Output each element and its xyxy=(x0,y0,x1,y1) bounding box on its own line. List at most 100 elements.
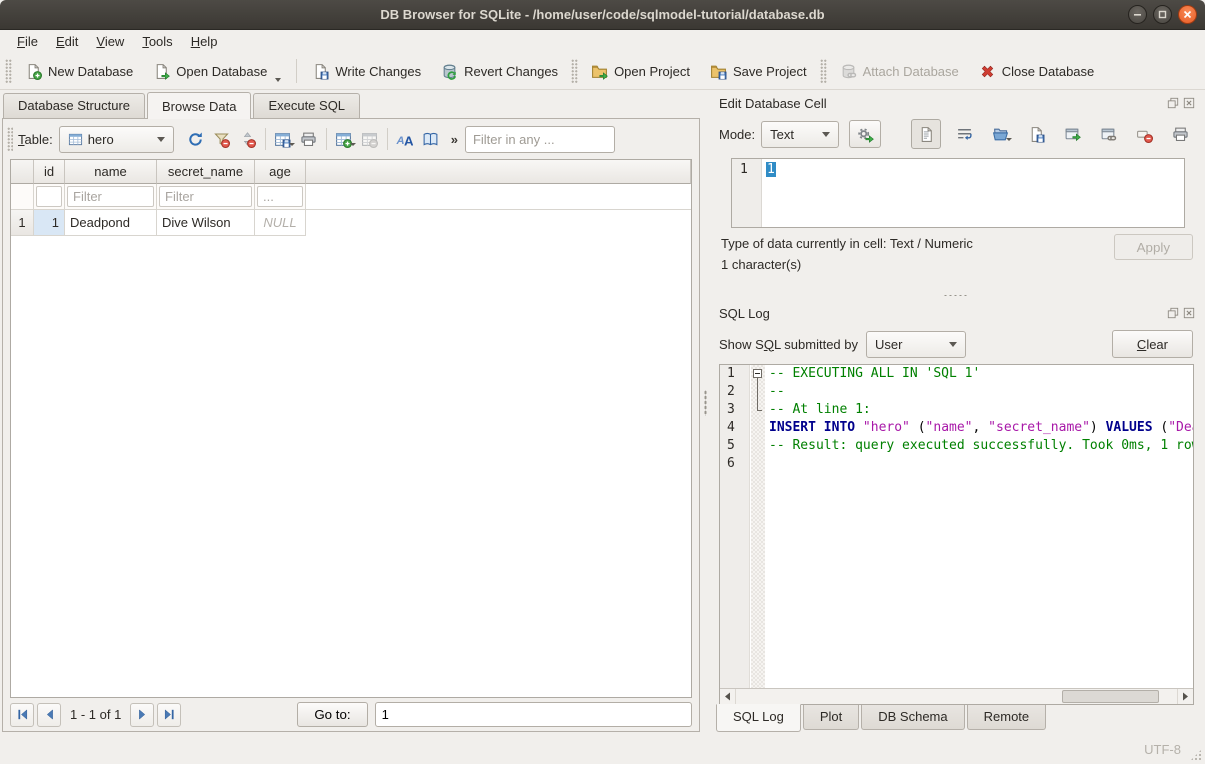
menu-file[interactable]: File xyxy=(8,32,47,51)
float-panel-icon[interactable] xyxy=(1167,97,1179,109)
close-panel-icon[interactable] xyxy=(1183,307,1195,319)
set-null-button[interactable] xyxy=(1131,121,1157,147)
close-panel-icon[interactable] xyxy=(1183,97,1195,109)
sql-source-select[interactable]: User xyxy=(866,331,966,358)
toolbar-drag-handle[interactable] xyxy=(5,59,12,83)
print-button[interactable] xyxy=(296,126,322,152)
column-header-id[interactable]: id xyxy=(34,160,65,184)
filter-input-age[interactable] xyxy=(257,186,303,207)
copy-link-button[interactable] xyxy=(1095,121,1121,147)
cell-id[interactable]: 1 xyxy=(34,210,65,236)
db-open-icon xyxy=(153,63,170,80)
dock-splitter[interactable] xyxy=(709,290,1203,300)
pane-splitter[interactable] xyxy=(702,90,709,735)
close-button[interactable] xyxy=(1178,5,1197,24)
revert-changes-button[interactable]: Revert Changes xyxy=(431,56,568,86)
dock-tab-remote[interactable]: Remote xyxy=(967,705,1047,730)
tab-database-structure[interactable]: Database Structure xyxy=(3,93,145,118)
clear-sorting-button[interactable] xyxy=(235,126,261,152)
filter-input-secret_name[interactable] xyxy=(159,186,252,207)
refresh-button[interactable] xyxy=(183,126,209,152)
line-number: 1 xyxy=(720,365,750,383)
horizontal-scrollbar[interactable] xyxy=(720,688,1193,704)
text-mode-button[interactable] xyxy=(911,119,941,149)
import-data-button[interactable] xyxy=(987,121,1013,147)
export-data-button[interactable] xyxy=(1023,121,1049,147)
encoding-button[interactable] xyxy=(418,126,444,152)
toolbar-button-label: Open Project xyxy=(614,64,690,79)
new-database-button[interactable]: New Database xyxy=(15,56,143,86)
browse-controls-toolbar: Table: hero AA » xyxy=(3,119,699,159)
toolbar-drag-handle[interactable] xyxy=(7,127,13,151)
write-changes-button[interactable]: Write Changes xyxy=(302,56,431,86)
dock-tab-plot[interactable]: Plot xyxy=(803,705,859,730)
clear-log-button[interactable]: Clear xyxy=(1112,330,1193,358)
fold-marker-icon[interactable] xyxy=(750,365,765,383)
open-database-button[interactable]: Open Database xyxy=(143,56,291,86)
open-project-button[interactable]: Open Project xyxy=(581,56,700,86)
sql-log-editor[interactable]: 1-- EXECUTING ALL IN 'SQL 1'2--3-- At li… xyxy=(719,364,1194,705)
apply-button[interactable]: Apply xyxy=(1114,234,1193,260)
column-header-age[interactable]: age xyxy=(255,160,306,184)
scroll-right-arrow[interactable] xyxy=(1177,689,1193,704)
menu-edit[interactable]: Edit xyxy=(47,32,87,51)
mode-select[interactable]: Text xyxy=(761,121,839,148)
filter-any-input[interactable] xyxy=(465,126,615,153)
filter-input-id[interactable] xyxy=(36,186,62,207)
cell-mode-row: Mode: Text xyxy=(709,114,1203,154)
menu-view[interactable]: View xyxy=(87,32,133,51)
save-table-button[interactable] xyxy=(270,126,296,152)
scrollbar-thumb[interactable] xyxy=(1062,690,1159,703)
goto-button[interactable]: Go to: xyxy=(297,702,367,727)
maximize-button[interactable] xyxy=(1153,5,1172,24)
cell-char-count: 1 character(s) xyxy=(721,257,973,272)
next-record-button[interactable] xyxy=(130,703,154,727)
print-cell-button[interactable] xyxy=(1167,121,1193,147)
cell-name[interactable]: Deadpond xyxy=(65,210,157,236)
column-header-secret_name[interactable]: secret_name xyxy=(157,160,255,184)
open-project-icon xyxy=(591,63,608,80)
tab-browse-data[interactable]: Browse Data xyxy=(147,92,251,119)
display-format-button[interactable]: AA xyxy=(392,126,418,152)
toolbar-separator xyxy=(387,128,388,150)
fold-margin-cell xyxy=(750,455,765,473)
minimize-button[interactable] xyxy=(1128,5,1147,24)
sql-log-text: -- Result: query executed successfully. … xyxy=(765,437,1193,455)
resize-grip[interactable] xyxy=(1190,749,1202,761)
toolbar-overflow-button[interactable]: » xyxy=(445,132,464,147)
toolbar-button-label: Close Database xyxy=(1002,64,1095,79)
save-project-button[interactable]: Save Project xyxy=(700,56,817,86)
cell-age[interactable]: NULL xyxy=(255,210,306,236)
toolbar-drag-handle[interactable] xyxy=(820,59,827,83)
last-record-button[interactable] xyxy=(157,703,181,727)
filter-input-name[interactable] xyxy=(67,186,154,207)
table-icon xyxy=(68,132,83,147)
menu-help[interactable]: Help xyxy=(182,32,227,51)
status-bar: UTF-8 xyxy=(0,735,1205,764)
clear-all-filters-button[interactable] xyxy=(209,126,235,152)
tab-execute-sql[interactable]: Execute SQL xyxy=(253,93,360,118)
goto-input[interactable] xyxy=(375,702,692,727)
filter-cell xyxy=(34,184,65,210)
row-number[interactable]: 1 xyxy=(11,210,34,236)
dock-tab-db-schema[interactable]: DB Schema xyxy=(861,705,964,730)
auto-switch-mode-button[interactable] xyxy=(849,120,881,148)
menu-tools[interactable]: Tools xyxy=(133,32,181,51)
first-record-button[interactable] xyxy=(10,703,34,727)
toolbar-drag-handle[interactable] xyxy=(571,59,578,83)
dock-tab-sql-log[interactable]: SQL Log xyxy=(716,704,801,732)
close-database-button[interactable]: Close Database xyxy=(969,56,1105,86)
cell-editor[interactable]: 1 1 xyxy=(731,158,1185,228)
row-filler xyxy=(306,210,691,236)
main-toolbar: New DatabaseOpen Database Write ChangesRe… xyxy=(0,53,1205,90)
chevron-down-icon xyxy=(822,132,830,137)
cell-secret_name[interactable]: Dive Wilson xyxy=(157,210,255,236)
scroll-left-arrow[interactable] xyxy=(720,689,736,704)
open-external-button[interactable] xyxy=(1059,121,1085,147)
insert-record-button[interactable] xyxy=(331,126,357,152)
word-wrap-button[interactable] xyxy=(951,121,977,147)
previous-record-button[interactable] xyxy=(37,703,61,727)
table-select[interactable]: hero xyxy=(59,126,174,153)
float-panel-icon[interactable] xyxy=(1167,307,1179,319)
column-header-name[interactable]: name xyxy=(65,160,157,184)
